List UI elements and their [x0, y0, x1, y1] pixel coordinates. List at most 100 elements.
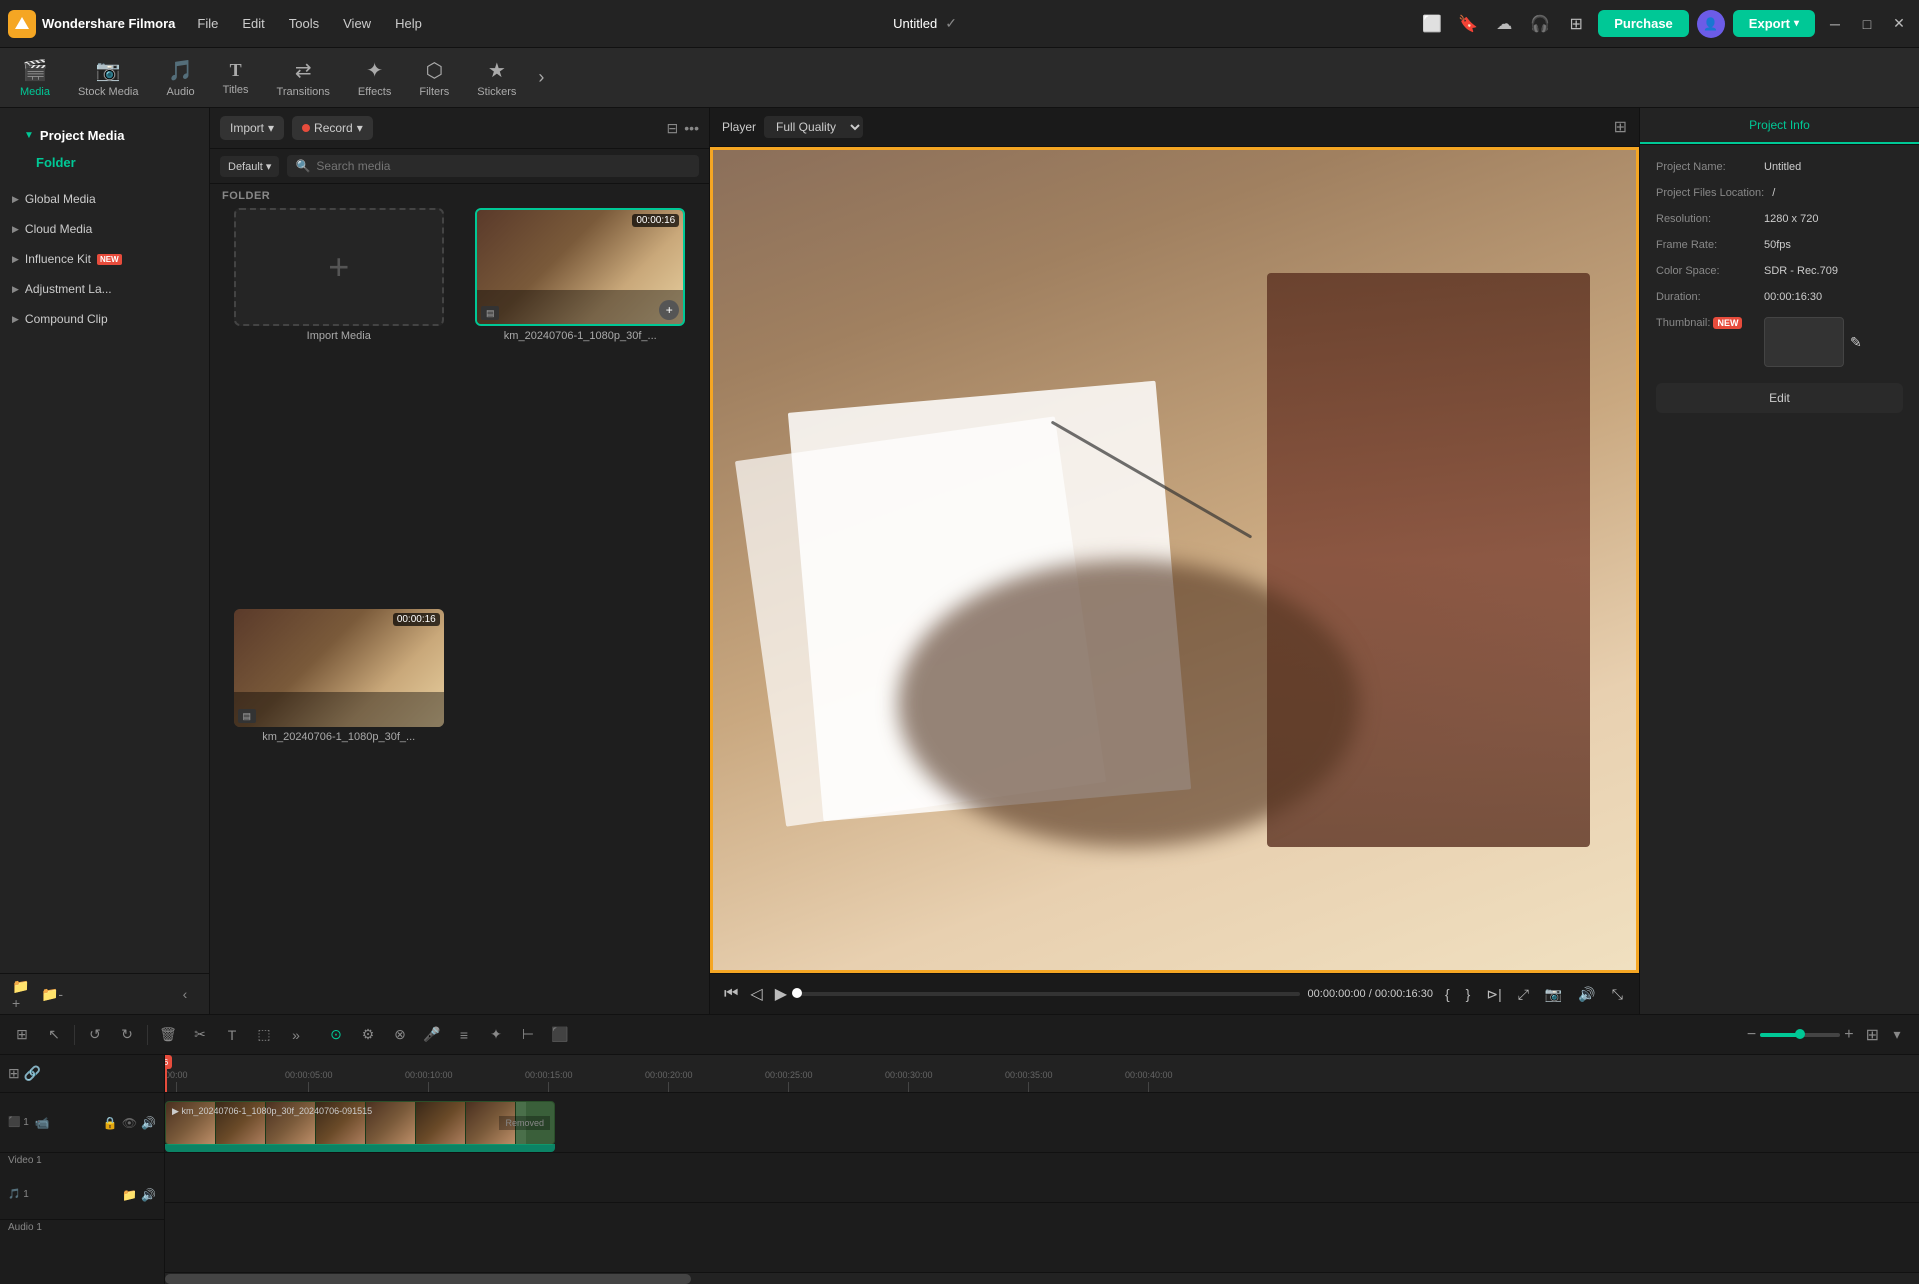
grid-view-button[interactable]: ⊞: [1866, 1025, 1879, 1045]
bookmark-icon[interactable]: 🔖: [1454, 10, 1482, 38]
scroll-thumb[interactable]: [165, 1274, 691, 1284]
cut-button[interactable]: ✂: [186, 1021, 214, 1049]
audio-track-volume-icon[interactable]: 🔊: [141, 1188, 156, 1202]
import-media-item[interactable]: + Import Media: [222, 208, 456, 601]
step-back-button[interactable]: ⏮: [722, 983, 740, 1005]
tab-stickers[interactable]: ★ Stickers: [465, 52, 528, 104]
tab-media[interactable]: 🎬 Media: [8, 52, 62, 104]
media-thumb-1[interactable]: 00:00:16 ▤: [234, 609, 444, 727]
headphone-icon[interactable]: 🎧: [1526, 10, 1554, 38]
play-button[interactable]: ▶: [773, 982, 789, 1006]
grid-icon[interactable]: ⊞: [1562, 10, 1590, 38]
maximize-button[interactable]: □: [1855, 12, 1879, 36]
timeline-split-icon[interactable]: ⊢: [514, 1021, 542, 1049]
menu-tools[interactable]: Tools: [279, 12, 329, 35]
tab-titles[interactable]: T Titles: [211, 54, 261, 102]
timeline-settings-icon[interactable]: ⚙: [354, 1021, 382, 1049]
record-button[interactable]: Record ▾: [292, 116, 373, 140]
timeline-ruler[interactable]: 6 00:00 00:00:05:00 00:00:10:00 00:00:15…: [165, 1055, 1919, 1093]
tab-effects[interactable]: ✦ Effects: [346, 52, 403, 104]
redo-button[interactable]: ↻: [113, 1021, 141, 1049]
group-select-button[interactable]: ⊞: [8, 1021, 36, 1049]
add-track-icon[interactable]: ⊞: [8, 1065, 20, 1082]
link-icon[interactable]: 🔗: [24, 1065, 41, 1082]
edit-thumbnail-icon[interactable]: ✎: [1850, 334, 1862, 351]
snapshot-icon[interactable]: 📷: [1541, 984, 1566, 1005]
expand-preview-icon[interactable]: ⊞: [1614, 117, 1627, 137]
undo-button[interactable]: ↺: [81, 1021, 109, 1049]
remove-folder-icon[interactable]: 📁-: [40, 982, 64, 1006]
tab-transitions[interactable]: ⇄ Transitions: [265, 52, 342, 104]
section-project-media[interactable]: ▼ Project Media: [12, 120, 197, 151]
section-influence-kit[interactable]: ▶ Influence Kit NEW: [0, 244, 209, 274]
insert-icon[interactable]: ⊳|: [1482, 984, 1505, 1005]
import-thumb[interactable]: +: [234, 208, 444, 326]
timeline-shield-icon[interactable]: ⊗: [386, 1021, 414, 1049]
track-eye-icon[interactable]: 👁: [122, 1116, 137, 1130]
mark-in-icon[interactable]: {: [1441, 984, 1454, 1004]
timeline-magic-icon[interactable]: ✦: [482, 1021, 510, 1049]
horizontal-scrollbar[interactable]: [165, 1272, 1919, 1284]
delete-button[interactable]: 🗑: [154, 1021, 182, 1049]
collapse-panel-button[interactable]: ‹: [173, 982, 197, 1006]
zoom-slider[interactable]: [1760, 1033, 1840, 1037]
app-logo[interactable]: Wondershare Filmora: [8, 10, 175, 38]
ruler-mark-1: 00:00:05:00: [285, 1070, 333, 1092]
filter-icon[interactable]: ⊟: [667, 120, 679, 137]
audio-track-folder-icon[interactable]: 📁: [122, 1188, 137, 1202]
add-folder-icon[interactable]: 📁+: [12, 982, 36, 1006]
monitor-icon[interactable]: ⬜: [1418, 10, 1446, 38]
crop-button[interactable]: ⬚: [250, 1021, 278, 1049]
pointer-button[interactable]: ↖: [40, 1021, 68, 1049]
media-item-1[interactable]: 00:00:16 ▤ km_20240706-1_1080p_30f_...: [222, 609, 456, 1002]
purchase-button[interactable]: Purchase: [1598, 10, 1689, 37]
mark-out-icon[interactable]: }: [1462, 984, 1475, 1004]
tab-project-info[interactable]: Project Info: [1640, 108, 1919, 144]
section-adjustment-layer[interactable]: ▶ Adjustment La...: [0, 274, 209, 304]
tab-filters[interactable]: ⬡ Filters: [407, 52, 461, 104]
more-tabs-button[interactable]: ›: [532, 61, 550, 94]
microphone-icon[interactable]: 🎤: [418, 1021, 446, 1049]
more-options-icon[interactable]: •••: [684, 120, 699, 137]
progress-bar[interactable]: [797, 992, 1300, 996]
track-lock-icon[interactable]: 🔒: [103, 1116, 118, 1130]
close-button[interactable]: ✕: [1887, 12, 1911, 36]
default-sort-button[interactable]: Default ▾: [220, 156, 279, 177]
tab-stock-media[interactable]: 📷 Stock Media: [66, 52, 151, 104]
menu-help[interactable]: Help: [385, 12, 432, 35]
zoom-in-button[interactable]: +: [1844, 1026, 1853, 1044]
media-item-0[interactable]: 00:00:16 ▤ + km_20240706-1_1080p_30f_...: [464, 208, 698, 601]
timeline-record-icon[interactable]: ⬛: [546, 1021, 574, 1049]
play-back-button[interactable]: ◁: [748, 982, 764, 1006]
edit-button[interactable]: Edit: [1656, 383, 1903, 413]
more-timeline-button[interactable]: »: [282, 1021, 310, 1049]
quality-select[interactable]: Full Quality Half Quality: [764, 116, 863, 138]
minimize-button[interactable]: ─: [1823, 12, 1847, 36]
avatar[interactable]: 👤: [1697, 10, 1725, 38]
timeline-active-button[interactable]: ⊙: [322, 1021, 350, 1049]
cloud-upload-icon[interactable]: ☁: [1490, 10, 1518, 38]
track-volume-icon[interactable]: 🔊: [141, 1116, 156, 1130]
menu-file[interactable]: File: [187, 12, 228, 35]
more-view-button[interactable]: ▾: [1883, 1021, 1911, 1049]
import-button[interactable]: Import ▾: [220, 116, 284, 140]
fullscreen-icon[interactable]: ⤢: [1514, 984, 1533, 1005]
playhead[interactable]: 6: [165, 1055, 167, 1092]
section-global-media[interactable]: ▶ Global Media: [0, 184, 209, 214]
menu-edit[interactable]: Edit: [232, 12, 274, 35]
media-thumb-0[interactable]: 00:00:16 ▤ +: [475, 208, 685, 326]
zoom-out-button[interactable]: −: [1747, 1026, 1756, 1044]
plus-icon: +: [328, 246, 349, 288]
section-compound-clip[interactable]: ▶ Compound Clip: [0, 304, 209, 334]
menu-view[interactable]: View: [333, 12, 381, 35]
settings-playback-icon[interactable]: ⤡: [1608, 984, 1627, 1005]
tab-audio[interactable]: 🎵 Audio: [155, 52, 207, 104]
video-clip[interactable]: ▶ km_20240706-1_1080p_30f_20240706-09151…: [165, 1101, 555, 1145]
timeline-sort-icon[interactable]: ≡: [450, 1021, 478, 1049]
export-button[interactable]: Export ▾: [1733, 10, 1815, 37]
search-input[interactable]: [316, 159, 691, 173]
text-button[interactable]: T: [218, 1021, 246, 1049]
volume-icon[interactable]: 🔊: [1574, 984, 1599, 1005]
section-cloud-media[interactable]: ▶ Cloud Media: [0, 214, 209, 244]
search-input-wrap[interactable]: 🔍: [287, 155, 699, 177]
